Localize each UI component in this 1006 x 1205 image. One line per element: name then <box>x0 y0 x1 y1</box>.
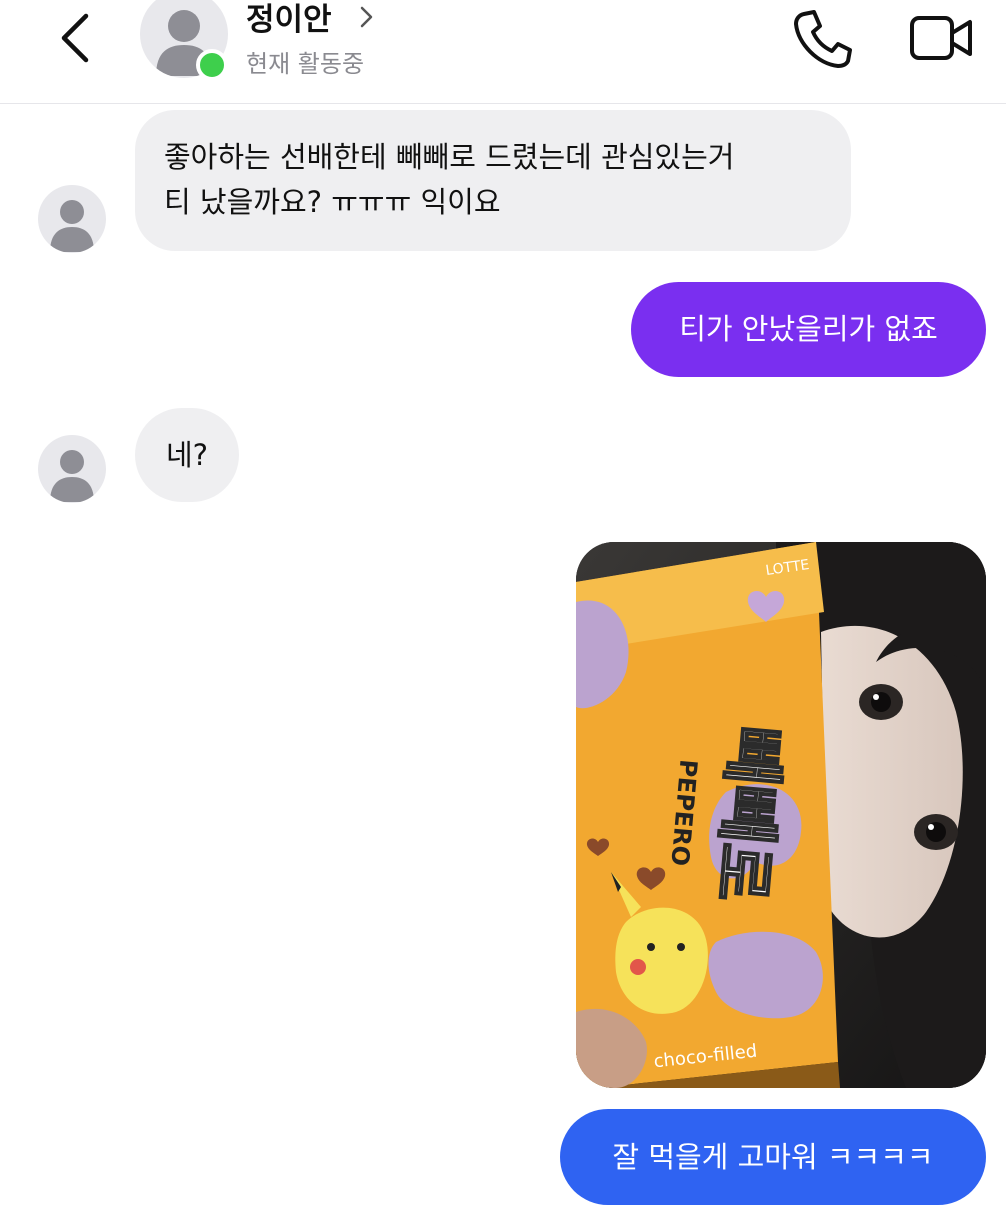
pepero-selfie-photo: 빼빼로 PEPERO LOTTE choco-filled <box>576 542 986 1088</box>
chevron-left-icon <box>61 13 89 63</box>
outgoing-message[interactable]: 티가 안났을리가 없죠 <box>631 282 986 377</box>
message-text: 잘 먹을게 고마워 ㅋㅋㅋㅋ <box>612 1139 934 1174</box>
message-text-line: 티 났을까요? ㅠㅠㅠ 익이요 <box>164 185 501 219</box>
video-call-button[interactable] <box>908 10 974 66</box>
message-text: 티가 안났을리가 없죠 <box>679 312 938 346</box>
incoming-message[interactable]: 좋아하는 선배한테 빼빼로 드렸는데 관심있는거 티 났을까요? ㅠㅠㅠ 익이요 <box>135 110 851 251</box>
contact-name[interactable]: 정이안 <box>246 0 332 39</box>
video-camera-icon <box>910 16 972 60</box>
default-person-icon <box>50 450 94 502</box>
activity-status: 현재 활동중 <box>246 50 365 78</box>
photo-message[interactable]: 빼빼로 PEPERO LOTTE choco-filled <box>576 542 986 1088</box>
box-title-text: 빼빼로 <box>702 723 791 905</box>
profile-chevron-button[interactable] <box>356 2 378 32</box>
message-text-line: 좋아하는 선배한테 빼빼로 드렸는데 관심있는거 <box>164 140 735 174</box>
sender-avatar[interactable] <box>38 185 106 253</box>
incoming-message[interactable]: 네? <box>135 408 239 502</box>
chevron-right-icon <box>360 6 373 28</box>
message-text: 네? <box>165 437 209 472</box>
outgoing-message[interactable]: 잘 먹을게 고마워 ㅋㅋㅋㅋ <box>560 1109 986 1205</box>
back-button[interactable] <box>56 8 96 64</box>
online-status-dot <box>196 49 228 81</box>
voice-call-button[interactable] <box>790 6 854 70</box>
chat-header: 정이안 현재 활동중 <box>0 0 1006 104</box>
sender-avatar[interactable] <box>38 435 106 503</box>
default-person-icon <box>50 200 94 252</box>
phone-icon <box>794 10 852 68</box>
